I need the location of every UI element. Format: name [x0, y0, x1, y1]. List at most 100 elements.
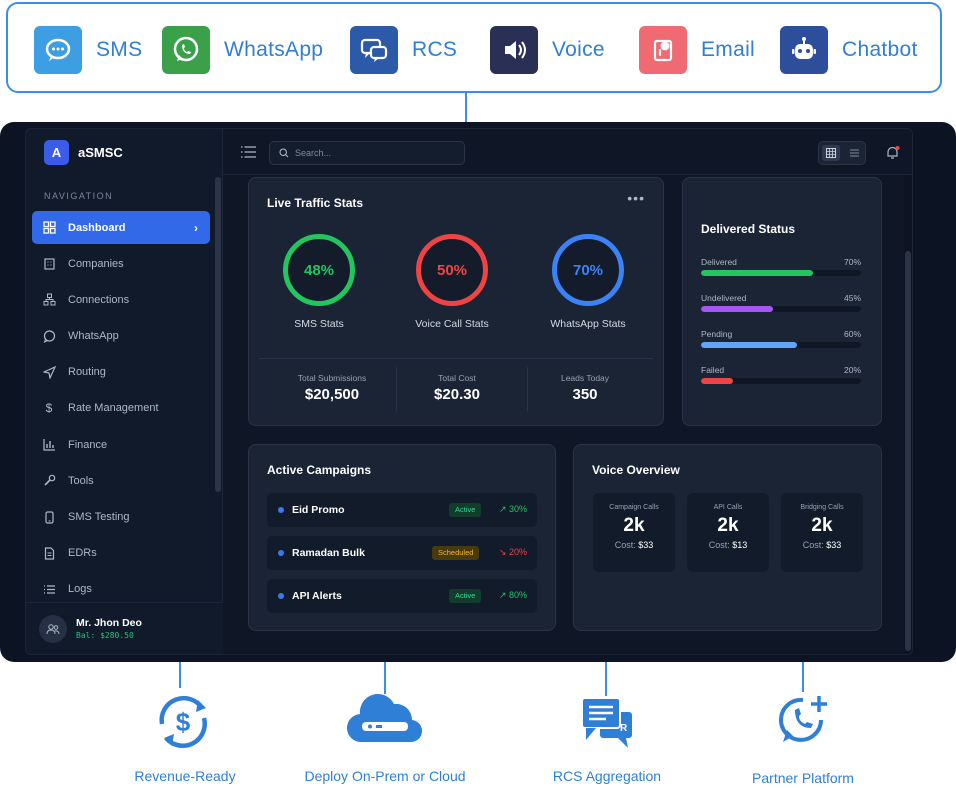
ring-label: SMS Stats [294, 318, 344, 330]
stat-total-cost: Total Cost $20.30 [384, 373, 530, 403]
channel-email[interactable]: Email [639, 26, 755, 74]
voice-box-bridging: Bridging Calls 2k Cost: $33 [781, 493, 863, 572]
voice-box-label: Bridging Calls [800, 504, 844, 511]
brand-name: aSMSC [78, 145, 123, 160]
campaign-row[interactable]: API Alerts Active ↗ 80% [267, 579, 537, 613]
chevron-right-icon: › [194, 220, 198, 235]
campaign-row[interactable]: Eid Promo Active ↗ 30% [267, 493, 537, 527]
hamburger-menu-icon[interactable] [241, 145, 256, 163]
card-title: Live Traffic Stats [267, 196, 364, 210]
user-profile[interactable]: Mr. Jhon Deo Bal: $280.50 [26, 602, 223, 654]
active-campaigns-card: Active Campaigns Eid Promo Active ↗ 30% … [248, 444, 556, 631]
channel-label: Voice [552, 38, 605, 61]
view-toggle [818, 141, 866, 165]
bar-chart-icon [42, 438, 56, 452]
live-traffic-card: Live Traffic Stats ••• 48% SMS Stats 50%… [248, 177, 664, 426]
sidebar-item-label: Connections [68, 293, 130, 306]
stat-value: 350 [572, 386, 598, 403]
rcs-messages-icon: R [581, 697, 632, 748]
dashboard-icon [42, 221, 56, 235]
stat-leads-today: Leads Today 350 [512, 373, 658, 403]
main-scrollbar-thumb[interactable] [905, 251, 911, 651]
topbar: Search... [223, 129, 912, 175]
status-dot [278, 593, 284, 599]
sidebar-item-label: Routing [68, 366, 106, 379]
sidebar-item-edrs[interactable]: EDRs [32, 537, 210, 570]
stat-label: Total Cost [438, 373, 476, 383]
network-icon [42, 293, 56, 307]
more-options-icon[interactable]: ••• [627, 190, 645, 206]
sidebar-item-whatsapp[interactable]: WhatsApp [32, 320, 210, 353]
voice-box-label: Campaign Calls [609, 504, 659, 511]
channel-chatbot[interactable]: Chatbot [780, 26, 918, 74]
search-input[interactable]: Search... [269, 141, 465, 165]
progress-track [701, 270, 861, 276]
bar-value: 20% [843, 365, 861, 375]
sidebar-item-logs[interactable]: Logs [32, 573, 210, 606]
phone-icon [42, 510, 56, 524]
ring-sms: 48% SMS Stats [264, 234, 374, 330]
feature-label: Partner Platform [752, 770, 854, 786]
voice-box-label: API Calls [713, 504, 743, 511]
grid-view-icon[interactable] [822, 145, 840, 161]
sidebar-nav: Dashboard › Companies Connections WhatsA… [32, 211, 210, 609]
channel-sms[interactable]: SMS [34, 26, 142, 74]
sidebar-item-label: Finance [68, 438, 108, 451]
sidebar-item-dashboard[interactable]: Dashboard › [32, 211, 210, 244]
stat-value: $20.30 [434, 386, 480, 403]
connector-line [179, 662, 181, 688]
channel-whatsapp[interactable]: WhatsApp [162, 26, 323, 74]
list-view-icon[interactable] [845, 145, 863, 161]
campaign-name: Ramadan Bulk [292, 547, 365, 559]
bar-label: Pending [701, 329, 733, 339]
bar-delivered: Delivered 70% [701, 257, 861, 276]
channel-rcs[interactable]: RCS [350, 26, 457, 74]
stats-row: Total Submissions $20,500 Total Cost $20… [259, 358, 653, 411]
channel-label: Chatbot [842, 38, 918, 61]
ring-voice: 50% Voice Call Stats [397, 234, 507, 330]
speaker-icon [490, 26, 538, 74]
status-badge: Scheduled [432, 546, 480, 560]
dashboard-app: A aSMSC NAVIGATION Dashboard › Companies… [25, 128, 913, 655]
ring-value: 48% [283, 234, 355, 306]
sidebar-item-tools[interactable]: Tools [32, 464, 210, 497]
feature-deploy: Deploy On-Prem or Cloud [292, 690, 478, 784]
ring-label: Voice Call Stats [415, 318, 489, 330]
phone-plus-icon [779, 696, 827, 742]
sidebar-item-label: WhatsApp [68, 330, 119, 343]
sidebar-item-companies[interactable]: Companies [32, 247, 210, 280]
channel-voice[interactable]: Voice [490, 26, 605, 74]
sidebar-item-label: Companies [68, 257, 124, 270]
campaign-row[interactable]: Ramadan Bulk Scheduled ↘ 20% [267, 536, 537, 570]
trend-value: ↗ 30% [498, 504, 527, 514]
whatsapp-icon [162, 26, 210, 74]
search-placeholder: Search... [295, 148, 332, 158]
notification-bell-icon[interactable] [885, 145, 900, 165]
avatar [39, 615, 67, 643]
svg-text:R: R [620, 723, 628, 734]
sidebar-item-finance[interactable]: Finance [32, 428, 210, 461]
ring-value: 70% [552, 234, 624, 306]
sidebar-scrollbar[interactable] [215, 177, 221, 492]
sidebar-item-routing[interactable]: Routing [32, 356, 210, 389]
status-badge: Active [449, 589, 482, 603]
svg-text:$: $ [176, 707, 191, 737]
dollar-icon: $ [45, 401, 53, 416]
trend-value: ↘ 20% [498, 547, 527, 557]
card-title: Voice Overview [592, 463, 680, 477]
sidebar-item-label: SMS Testing [68, 511, 130, 523]
list-icon [42, 582, 56, 596]
bar-failed: Failed 20% [701, 365, 861, 384]
sidebar-item-sms-testing[interactable]: SMS Testing [32, 501, 210, 534]
sidebar-item-label: Logs [68, 583, 92, 596]
brand[interactable]: A aSMSC [44, 140, 123, 165]
sidebar-item-connections[interactable]: Connections [32, 283, 210, 316]
sidebar-item-rate-management[interactable]: $ Rate Management [32, 392, 210, 425]
progress-track [701, 378, 861, 384]
delivered-status-card: Delivered Status Delivered 70% Undelivere… [682, 177, 882, 426]
progress-fill [701, 378, 733, 384]
campaign-name: Eid Promo [292, 504, 345, 516]
sidebar-item-label: Tools [68, 474, 94, 487]
progress-fill [701, 342, 797, 348]
nav-heading: NAVIGATION [44, 191, 114, 201]
